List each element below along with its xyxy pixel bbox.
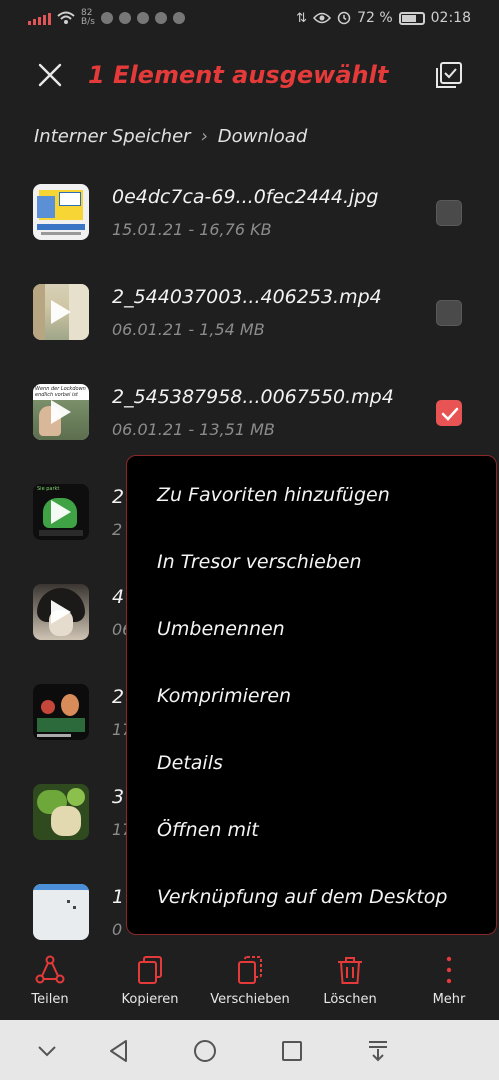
more-button[interactable]: Mehr: [399, 955, 499, 1007]
notification-icon: [172, 12, 185, 24]
file-meta: 2: [112, 520, 123, 539]
file-thumbnail: Wenn der Lockdown endlich vorbei ist: [33, 384, 89, 440]
clock: 02:18: [430, 10, 471, 26]
checkmark-icon: [441, 407, 459, 421]
action-bar: Teilen Kopieren Verschieben Löschen Mehr: [0, 945, 499, 1020]
signal-icon: [28, 11, 51, 25]
file-thumbnail: [33, 184, 89, 240]
file-checkbox[interactable]: [436, 300, 462, 326]
context-menu: Zu Favoriten hinzufügen In Tresor versch…: [126, 455, 497, 935]
list-item[interactable]: 0e4dc7ca-69...0fec2444.jpg 15.01.21 - 16…: [0, 170, 499, 270]
file-thumbnail: Sie parkt: [33, 484, 89, 540]
copy-icon: [138, 956, 162, 984]
back-icon[interactable]: [106, 1038, 132, 1064]
file-name: 2: [112, 486, 125, 508]
file-meta: 06.01.21 - 13,51 MB: [112, 420, 275, 439]
move-button[interactable]: Verschieben: [200, 955, 300, 1007]
delete-label: Löschen: [323, 992, 377, 1007]
file-thumbnail: [33, 584, 89, 640]
more-label: Mehr: [432, 992, 466, 1007]
menu-item-desktop-shortcut[interactable]: Verknüpfung auf dem Desktop: [157, 886, 447, 908]
notification-icon: [118, 12, 131, 24]
file-name: 1: [112, 886, 125, 908]
network-speed: 82 B/s: [81, 8, 95, 27]
copy-label: Kopieren: [121, 992, 179, 1007]
status-bar: 82 B/s ⇅ 72 % 02:18: [0, 0, 499, 36]
battery-icon: [398, 11, 425, 25]
file-name: 0e4dc7ca-69...0fec2444.jpg: [112, 186, 379, 208]
battery-percentage: 72 %: [357, 10, 393, 26]
play-icon: [51, 500, 71, 524]
notification-icon: [136, 12, 149, 24]
menu-item-open-with[interactable]: Öffnen mit: [157, 819, 259, 841]
notification-pull-icon[interactable]: [365, 1038, 391, 1064]
file-meta: 0: [112, 920, 123, 939]
chevron-right-icon: ›: [200, 126, 208, 147]
menu-item-rename[interactable]: Umbenennen: [157, 618, 285, 640]
file-name: 2_545387958...0067550.mp4: [112, 386, 394, 408]
play-icon: [51, 400, 71, 424]
file-thumbnail: [33, 284, 89, 340]
move-icon: [238, 956, 262, 984]
file-meta: 15.01.21 - 16,76 KB: [112, 220, 272, 239]
thumbnail-caption: Wenn der Lockdown endlich vorbei ist: [35, 386, 86, 398]
menu-item-details[interactable]: Details: [157, 752, 223, 774]
share-button[interactable]: Teilen: [0, 955, 100, 1007]
trash-icon: [338, 957, 362, 984]
file-name: 2: [112, 686, 125, 708]
thumbnail-caption: Sie parkt: [37, 486, 60, 492]
notification-icon: [100, 12, 113, 24]
menu-item-add-to-favorites[interactable]: Zu Favoriten hinzufügen: [157, 484, 390, 506]
data-transfer-icon: ⇅: [296, 10, 308, 26]
share-icon: [35, 955, 65, 984]
share-label: Teilen: [31, 992, 69, 1007]
file-name: 4: [112, 586, 125, 608]
delete-button[interactable]: Löschen: [300, 955, 400, 1007]
copy-button[interactable]: Kopieren: [100, 955, 200, 1007]
file-checkbox-checked[interactable]: [436, 400, 462, 426]
select-all-icon[interactable]: [435, 61, 463, 89]
play-icon: [51, 600, 71, 624]
collapse-icon[interactable]: [34, 1038, 60, 1064]
notification-icon: [154, 12, 167, 24]
list-item[interactable]: 2_544037003...406253.mp4 06.01.21 - 1,54…: [0, 270, 499, 370]
file-thumbnail: [33, 884, 89, 940]
file-thumbnail: [33, 784, 89, 840]
move-label: Verschieben: [210, 992, 290, 1007]
file-meta: 06.01.21 - 1,54 MB: [112, 320, 265, 339]
home-icon[interactable]: [192, 1038, 218, 1064]
breadcrumb: Interner Speicher › Download: [34, 126, 307, 147]
app-bar: 1 Element ausgewählt: [0, 50, 499, 100]
breadcrumb-item-download[interactable]: Download: [218, 126, 307, 147]
wifi-icon: [57, 11, 75, 24]
recents-icon[interactable]: [279, 1038, 305, 1064]
page-title: 1 Element ausgewählt: [88, 61, 389, 89]
file-checkbox[interactable]: [436, 200, 462, 226]
play-icon: [51, 300, 71, 324]
system-nav-bar: [0, 1020, 499, 1080]
file-name: 3: [112, 786, 125, 808]
breadcrumb-item-internal-storage[interactable]: Interner Speicher: [34, 126, 191, 147]
eye-icon: [313, 12, 332, 24]
alarm-icon: [337, 11, 351, 25]
menu-item-compress[interactable]: Komprimieren: [157, 685, 291, 707]
file-thumbnail: [33, 684, 89, 740]
file-name: 2_544037003...406253.mp4: [112, 286, 382, 308]
more-icon: [446, 956, 452, 984]
close-icon[interactable]: [36, 61, 64, 89]
menu-item-move-to-vault[interactable]: In Tresor verschieben: [157, 551, 362, 573]
